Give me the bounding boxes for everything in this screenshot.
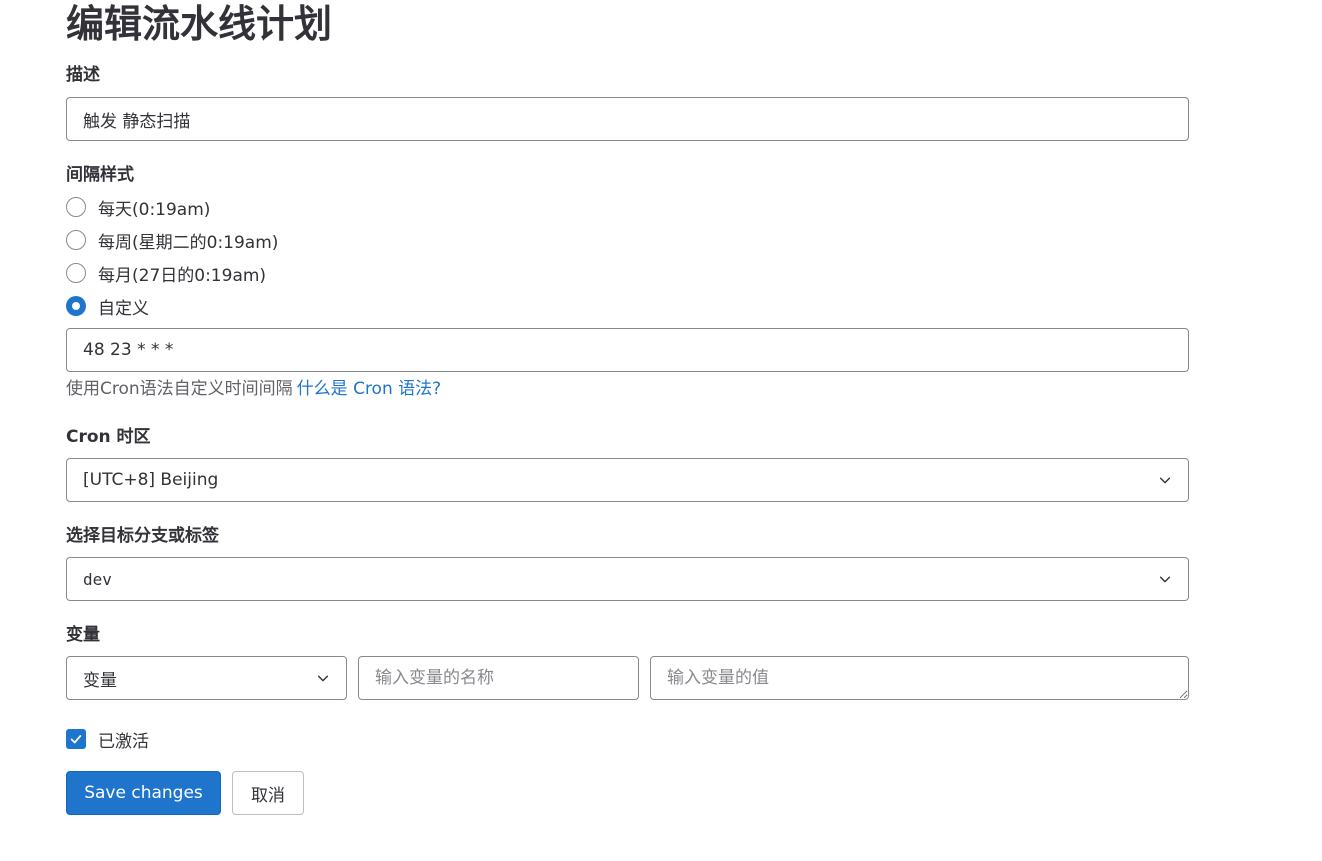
variable-type-select[interactable]: 变量 [66, 656, 347, 700]
variable-type-value: 变量 [83, 670, 117, 691]
interval-option-label: 自定义 [98, 298, 149, 319]
cron-expression-input[interactable] [66, 328, 1189, 372]
active-checkbox-label: 已激活 [98, 731, 149, 752]
page-title: 编辑流水线计划 [66, 2, 333, 46]
cron-timezone-value: [UTC+8] Beijing [83, 470, 219, 490]
active-checkbox[interactable] [66, 729, 86, 749]
radio-daily[interactable] [66, 197, 86, 217]
target-ref-select[interactable]: dev [66, 557, 1189, 601]
cron-help-description: 使用Cron语法自定义时间间隔 [66, 379, 293, 399]
cron-timezone-label: Cron 时区 [66, 427, 151, 447]
interval-option-weekly[interactable]: 每周(星期二的0:19am) [66, 227, 278, 253]
interval-option-custom[interactable]: 自定义 [66, 293, 149, 319]
radio-weekly[interactable] [66, 230, 86, 250]
save-changes-button[interactable]: Save changes [66, 771, 221, 815]
description-label: 描述 [66, 65, 100, 85]
radio-custom[interactable] [66, 296, 86, 316]
interval-option-label: 每天(0:19am) [98, 199, 211, 220]
target-ref-value: dev [83, 569, 112, 589]
check-icon [70, 735, 82, 744]
cancel-button[interactable]: 取消 [232, 771, 304, 815]
interval-option-label: 每月(27日的0:19am) [98, 265, 267, 286]
cron-help-text: 使用Cron语法自定义时间间隔 什么是 Cron 语法? [66, 378, 441, 400]
interval-pattern-label: 间隔样式 [66, 165, 134, 185]
interval-option-monthly[interactable]: 每月(27日的0:19am) [66, 260, 266, 286]
interval-option-daily[interactable]: 每天(0:19am) [66, 194, 210, 220]
radio-monthly[interactable] [66, 263, 86, 283]
variables-label: 变量 [66, 625, 100, 645]
cron-syntax-help-link[interactable]: 什么是 Cron 语法? [297, 379, 442, 399]
cron-timezone-select[interactable]: [UTC+8] Beijing [66, 458, 1189, 502]
variable-value-input[interactable] [650, 656, 1189, 700]
description-input[interactable] [66, 97, 1189, 141]
chevron-down-icon [317, 675, 329, 682]
variable-name-input[interactable] [358, 656, 639, 700]
active-checkbox-row[interactable]: 已激活 [66, 726, 149, 752]
target-ref-label: 选择目标分支或标签 [66, 526, 219, 546]
chevron-down-icon [1159, 477, 1171, 484]
chevron-down-icon [1159, 576, 1171, 583]
interval-option-label: 每周(星期二的0:19am) [98, 232, 279, 253]
